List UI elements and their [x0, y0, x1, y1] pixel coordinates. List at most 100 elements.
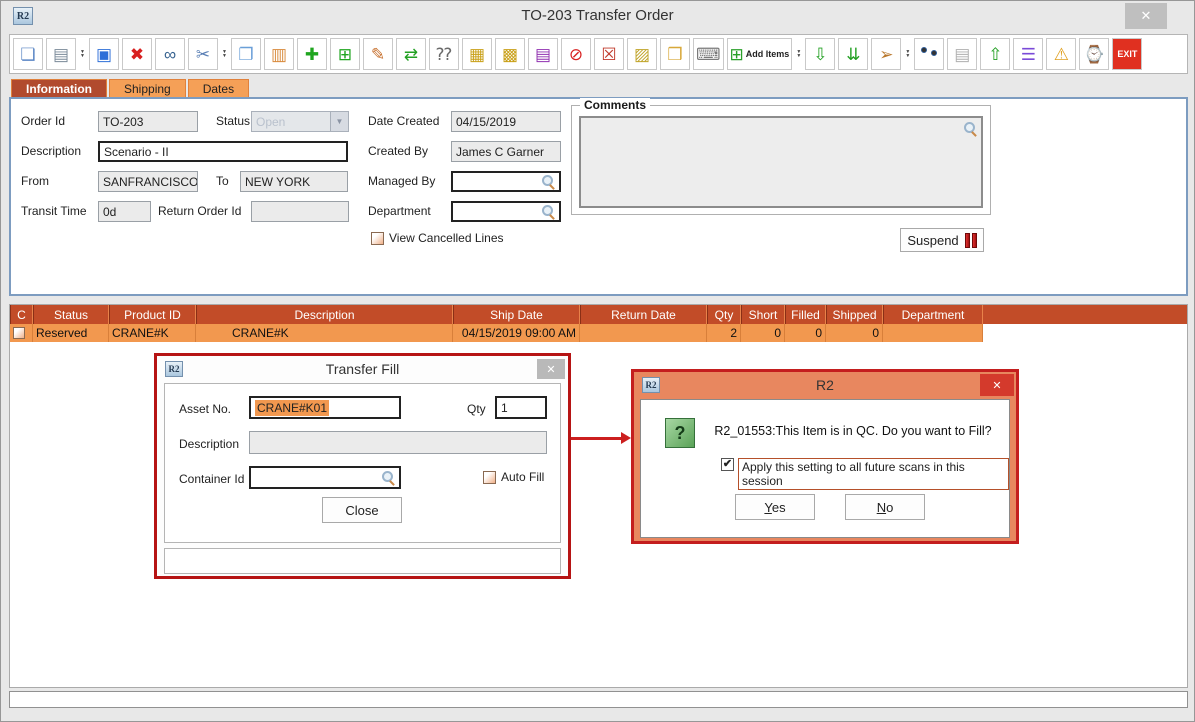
return-container-button[interactable]: ⇧	[980, 38, 1010, 70]
managed-by-search-icon[interactable]	[542, 175, 555, 188]
tab-shipping[interactable]: Shipping	[109, 79, 186, 98]
department-search-icon[interactable]	[542, 205, 555, 218]
network-fill-button[interactable]: ⇊	[838, 38, 868, 70]
print-button-icon: ▤	[53, 46, 69, 63]
paste-button[interactable]: ▥	[264, 38, 294, 70]
delete-document-button-icon: ☒	[601, 46, 616, 63]
add-multiple-button-icon: ⊞	[338, 46, 352, 63]
fill-button[interactable]: ⇩	[805, 38, 835, 70]
tab-information[interactable]: Information	[11, 79, 107, 98]
view-cancelled-lines-checkbox[interactable]	[371, 232, 384, 245]
column-header-qty[interactable]: Qty	[707, 305, 741, 324]
column-header-department[interactable]: Department	[883, 305, 983, 324]
refresh-button-icon: ⇄	[404, 46, 418, 63]
container-id-field[interactable]	[249, 466, 401, 489]
find-button[interactable]: ∞	[155, 38, 185, 70]
order-id-label: Order Id	[21, 114, 65, 128]
auto-fill-checkbox[interactable]	[483, 471, 496, 484]
file-button[interactable]: ▨	[627, 38, 657, 70]
print-button-dropdown-icon[interactable]: ▼▼	[79, 50, 86, 58]
keyboard-button[interactable]: ⌨	[693, 38, 724, 70]
network-fill-button-icon: ⇊	[846, 46, 860, 63]
grid-row[interactable]: ReservedCRANE#KCRANE#K04/15/2019 09:00 A…	[10, 324, 1187, 342]
folder-history-button[interactable]: ❒	[660, 38, 690, 70]
r2-dialog-close-icon[interactable]: ✕	[980, 374, 1014, 396]
document-notes-button[interactable]: ☰	[1013, 38, 1043, 70]
tab-dates[interactable]: Dates	[188, 79, 249, 98]
cut-button-dropdown-icon[interactable]: ▼▼	[221, 50, 228, 58]
file-button-icon: ▨	[634, 46, 650, 63]
ship-button[interactable]: ➢	[871, 38, 901, 70]
asset-button[interactable]: ▦	[462, 38, 492, 70]
availability-button[interactable]: ⁇	[429, 38, 459, 70]
edit-button[interactable]: ✎	[363, 38, 393, 70]
column-header-ship-date[interactable]: Ship Date	[453, 305, 580, 324]
print-manifest-button[interactable]: ▤	[947, 38, 977, 70]
cell-shipped: 0	[826, 324, 883, 342]
transit-time-field: 0d	[98, 201, 151, 222]
container-id-search-icon[interactable]	[382, 471, 395, 484]
column-header-description[interactable]: Description	[196, 305, 453, 324]
description-field[interactable]: Scenario - II	[98, 141, 348, 162]
tf-qty-field[interactable]: 1	[495, 396, 547, 419]
cell-ship-date: 04/15/2019 09:00 AM	[453, 324, 580, 342]
no-button[interactable]: No	[845, 494, 925, 520]
tf-description-label: Description	[179, 437, 239, 451]
comments-textarea[interactable]	[579, 116, 983, 208]
schedule-button[interactable]: ⌚	[1079, 38, 1109, 70]
find-button-icon: ∞	[164, 46, 176, 63]
close-button[interactable]: Close	[322, 497, 402, 523]
row-select-checkbox[interactable]	[13, 327, 25, 339]
window-close-button[interactable]: ✕	[1125, 3, 1167, 29]
asset-no-field[interactable]: CRANE#K01	[249, 396, 401, 419]
print-button[interactable]: ▤	[46, 38, 76, 70]
r2-message-dialog: R2 R2 ✕ ? R2_01553:This Item is in QC. D…	[631, 369, 1019, 544]
cut-button[interactable]: ✂	[188, 38, 218, 70]
asset-button-icon: ▦	[469, 46, 485, 63]
yes-button[interactable]: Yes	[735, 494, 815, 520]
managed-by-field[interactable]	[451, 171, 561, 192]
transit-time-label: Transit Time	[21, 204, 87, 218]
cell-filled: 0	[785, 324, 826, 342]
truck-button[interactable]	[914, 38, 944, 70]
column-header-status[interactable]: Status	[33, 305, 109, 324]
add-items-button-dropdown-icon[interactable]: ▼▼	[795, 50, 802, 58]
column-header-filled[interactable]: Filled	[785, 305, 826, 324]
from-field: SANFRANCISCO	[98, 171, 198, 192]
exit-button-icon: EXIT	[1115, 47, 1139, 62]
keyboard-button-icon: ⌨	[696, 46, 721, 63]
suspend-button[interactable]: Suspend	[900, 228, 984, 252]
add-multiple-button[interactable]: ⊞	[330, 38, 360, 70]
alert-document-button[interactable]: ⚠	[1046, 38, 1076, 70]
column-header-c[interactable]: C	[10, 305, 33, 324]
column-header-return-date[interactable]: Return Date	[580, 305, 707, 324]
availability-button-icon: ⁇	[436, 46, 452, 63]
add-line-button[interactable]: ✚	[297, 38, 327, 70]
new-document-button[interactable]: ❏	[13, 38, 43, 70]
transfer-container-button[interactable]: ▩	[495, 38, 525, 70]
column-header-product-id[interactable]: Product ID	[109, 305, 196, 324]
print-manifest-button-icon: ▤	[954, 46, 970, 63]
refresh-button[interactable]: ⇄	[396, 38, 426, 70]
comments-search-icon[interactable]	[964, 122, 977, 135]
department-field[interactable]	[451, 201, 561, 222]
column-header-short[interactable]: Short	[741, 305, 785, 324]
cancel-fill-button[interactable]: ⊘	[561, 38, 591, 70]
add-items-button[interactable]: ⊞Add Items	[727, 38, 793, 70]
delete-button[interactable]: ✖	[122, 38, 152, 70]
save-button[interactable]: ▣	[89, 38, 119, 70]
column-header-shipped[interactable]: Shipped	[826, 305, 883, 324]
status-dropdown-arrow-icon: ▼	[330, 112, 348, 131]
ship-button-icon: ➢	[879, 46, 893, 63]
order-id-field: TO-203	[98, 111, 198, 132]
ship-button-dropdown-icon[interactable]: ▼▼	[904, 50, 911, 58]
managed-by-label: Managed By	[368, 174, 435, 188]
apply-setting-checkbox[interactable]: ✔	[721, 458, 734, 471]
delete-document-button[interactable]: ☒	[594, 38, 624, 70]
toolbar: ❏▤▼▼▣✖∞✂▼▼❐▥✚⊞✎⇄⁇▦▩▤⊘☒▨❒⌨⊞Add Items▼▼⇩⇊➢…	[9, 34, 1188, 74]
add-line-button-icon: ✚	[305, 46, 319, 63]
transfer-fill-close-icon[interactable]: ✕	[537, 359, 565, 379]
exit-button[interactable]: EXIT	[1112, 38, 1142, 70]
copy-button[interactable]: ❐	[231, 38, 261, 70]
misc-po-button[interactable]: ▤	[528, 38, 558, 70]
